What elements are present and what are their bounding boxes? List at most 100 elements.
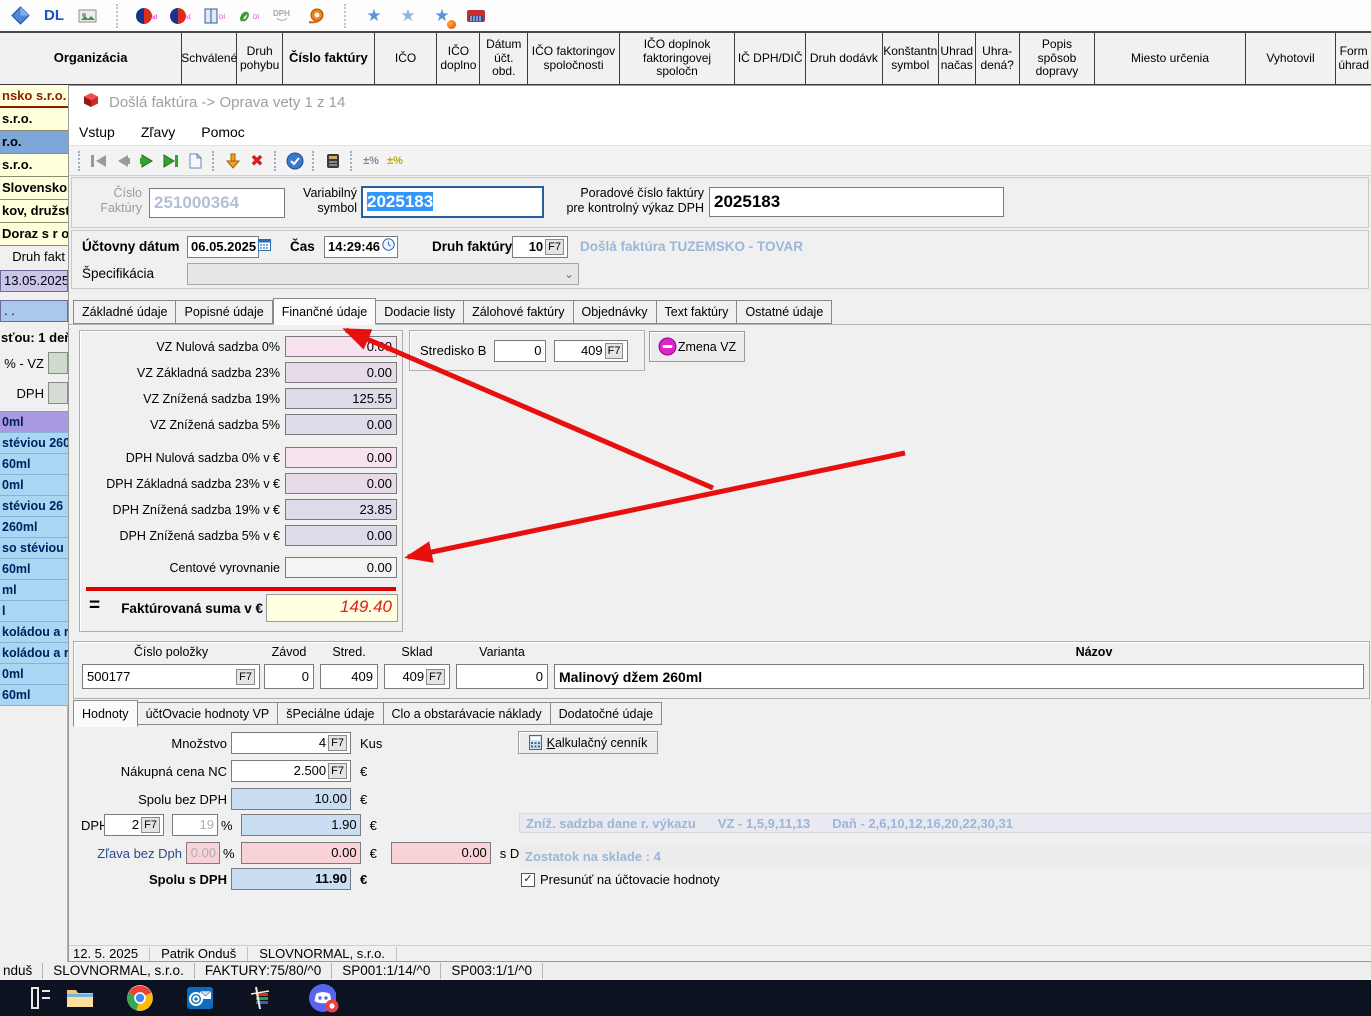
cislo-polozky-field[interactable]: 500177F7 [82, 664, 260, 689]
nazov-field[interactable]: Malinový džem 260ml [554, 664, 1364, 689]
specifikacia-combobox[interactable]: ⌄ [187, 263, 579, 285]
percent-plus-icon[interactable]: ±% [383, 150, 407, 172]
product-row[interactable]: l [0, 601, 68, 622]
zavod-field[interactable]: 0 [264, 664, 314, 689]
new-page-icon[interactable] [183, 150, 207, 172]
comet-icon[interactable] [304, 4, 328, 28]
vat-transfer-icon-1[interactable]: xDPH [134, 4, 158, 28]
col-popis-dopravy[interactable]: Popis spôsob dopravy [1020, 33, 1096, 84]
sklad-field[interactable]: 409F7 [384, 664, 450, 689]
product-row[interactable]: 60ml [0, 685, 68, 706]
money-app-icon[interactable] [246, 984, 274, 1012]
nakupna-cena-field[interactable]: 2.500F7 [231, 760, 351, 782]
col-uhradena[interactable]: Uhra- dená? [976, 33, 1020, 84]
vz-zakladna-field[interactable]: 0.00 [285, 362, 397, 383]
col-druh-dodavky[interactable]: Druh dodávk [806, 33, 883, 84]
tab-dodacie-listy[interactable]: Dodacie listy [376, 300, 464, 324]
report-icon[interactable] [76, 4, 100, 28]
tab-zalohove-faktury[interactable]: Zálohové faktúry [464, 300, 573, 324]
tab-dodatocne-udaje[interactable]: Dodatočné údaje [551, 702, 663, 725]
dph-znizena19-field[interactable]: 23.85 [285, 499, 397, 520]
col-cislo-faktury[interactable]: Číslo faktúry [283, 33, 375, 84]
dph-filter-box[interactable] [48, 382, 68, 404]
menu-vstup[interactable]: Vstup [79, 124, 115, 140]
org-row[interactable]: Slovensko, [0, 177, 68, 200]
cislo-faktury-field[interactable]: 251000364 [149, 188, 285, 218]
col-organizacia[interactable]: Organizácia [0, 33, 182, 84]
dl-button[interactable]: DL [42, 4, 66, 28]
tab-specialne-udaje[interactable]: šPeciálne údaje [278, 702, 383, 725]
product-row[interactable]: stéviou 26 [0, 496, 68, 517]
clock-icon[interactable] [382, 237, 395, 257]
product-row[interactable]: 0ml [0, 475, 68, 496]
dph-amount-field[interactable]: 1.90 [241, 814, 361, 836]
col-schvalene[interactable]: Schválené [182, 33, 237, 84]
vat-grey-icon[interactable]: DPH [270, 4, 294, 28]
product-row[interactable]: stéviou 260 [0, 433, 68, 454]
machine-icon[interactable] [464, 4, 488, 28]
next-record-icon[interactable] [135, 150, 159, 172]
product-row[interactable]: 60ml [0, 454, 68, 475]
vz-filter-box[interactable] [48, 352, 68, 374]
org-row[interactable]: s.r.o. [0, 154, 68, 177]
f7-hint[interactable]: F7 [328, 763, 347, 779]
outlook-icon[interactable] [186, 984, 214, 1012]
tab-popisne-udaje[interactable]: Popisné údaje [176, 300, 272, 324]
calendar-icon[interactable] [258, 237, 271, 257]
previous-record-icon[interactable] [111, 150, 135, 172]
tab-zakladne-udaje[interactable]: Základné údaje [73, 300, 176, 324]
vat-book-icon[interactable]: DPH [202, 4, 226, 28]
org-row-selected[interactable]: r.o. [0, 131, 68, 154]
archive-icon[interactable] [321, 150, 345, 172]
window-title-bar[interactable]: Došlá faktúra -> Oprava vety 1 z 14 [69, 86, 1371, 119]
tab-financne-udaje[interactable]: Finančné údaje [273, 298, 376, 325]
date-filter-field[interactable]: 13.05.2025 [0, 270, 68, 292]
org-row[interactable]: nsko s.r.o. [0, 85, 68, 108]
col-miesto-urcenia[interactable]: Miesto určenia [1095, 33, 1245, 84]
save-down-icon[interactable] [221, 150, 245, 172]
f7-hint[interactable]: F7 [141, 817, 160, 833]
spolu-bez-dph-field[interactable]: 10.00 [231, 788, 351, 810]
product-row[interactable]: 260ml [0, 517, 68, 538]
presunut-checkbox[interactable]: ✓ [521, 873, 535, 887]
vz-nulova-field[interactable]: 0.00 [285, 336, 397, 357]
zlava-percent-field[interactable]: 0.00 [186, 842, 220, 864]
product-row[interactable]: ml [0, 580, 68, 601]
tab-clo-naklady[interactable]: Clo a obstarávacie náklady [384, 702, 551, 725]
product-row[interactable]: 0ml [0, 664, 68, 685]
chrome-icon[interactable] [126, 984, 154, 1012]
zlava-amount-field[interactable]: 0.00 [241, 842, 361, 864]
stredisko-field-2[interactable]: 409F7 [554, 340, 628, 362]
vz-znizena19-field[interactable]: 125.55 [285, 388, 397, 409]
col-vyhotovil[interactable]: Vyhotovil [1246, 33, 1337, 84]
taskbar-pinned-icon[interactable] [28, 984, 56, 1012]
col-ico-doplno[interactable]: IČO doplno [437, 33, 480, 84]
product-row[interactable]: koládou a r [0, 622, 68, 643]
product-row[interactable]: so stéviou [0, 538, 68, 559]
org-row[interactable]: kov, družst [0, 200, 68, 223]
product-row[interactable]: 60ml [0, 559, 68, 580]
date-filter-field-2[interactable]: . . [0, 300, 68, 322]
tab-text-faktury[interactable]: Text faktúry [657, 300, 738, 324]
product-row-selected[interactable]: 0ml [0, 412, 68, 433]
dph-nulova-field[interactable]: 0.00 [285, 447, 397, 468]
f7-hint[interactable]: F7 [328, 735, 347, 751]
col-konstantny-symbol[interactable]: Konštantn symbol [883, 33, 939, 84]
col-druh-pohybu[interactable]: Druh pohybu [237, 33, 283, 84]
zmena-vz-button[interactable]: Zmena VZ [649, 331, 745, 362]
star-flame-icon[interactable]: ★ [430, 4, 454, 28]
stredisko-field-1[interactable]: 0 [494, 340, 546, 362]
spolu-s-dph-field[interactable]: 11.90 [231, 868, 351, 890]
mnozstvo-field[interactable]: 4F7 [231, 732, 351, 754]
org-row[interactable]: Doraz s r o [0, 223, 68, 246]
delete-icon[interactable]: ✖ [245, 150, 269, 172]
stred-field[interactable]: 409 [320, 664, 378, 689]
f7-hint[interactable]: F7 [236, 669, 255, 685]
tab-hodnoty[interactable]: Hodnoty [73, 700, 138, 727]
f7-hint[interactable]: F7 [426, 669, 445, 685]
col-ico-faktoring[interactable]: IČO faktoringov spoločnosti [528, 33, 620, 84]
kalkulacny-cennik-button[interactable]: Kalkulačný cenník [518, 731, 658, 754]
dph-znizena5-field[interactable]: 0.00 [285, 525, 397, 546]
druh-faktury-field[interactable]: 10F7 [512, 236, 568, 258]
first-record-icon[interactable] [87, 150, 111, 172]
